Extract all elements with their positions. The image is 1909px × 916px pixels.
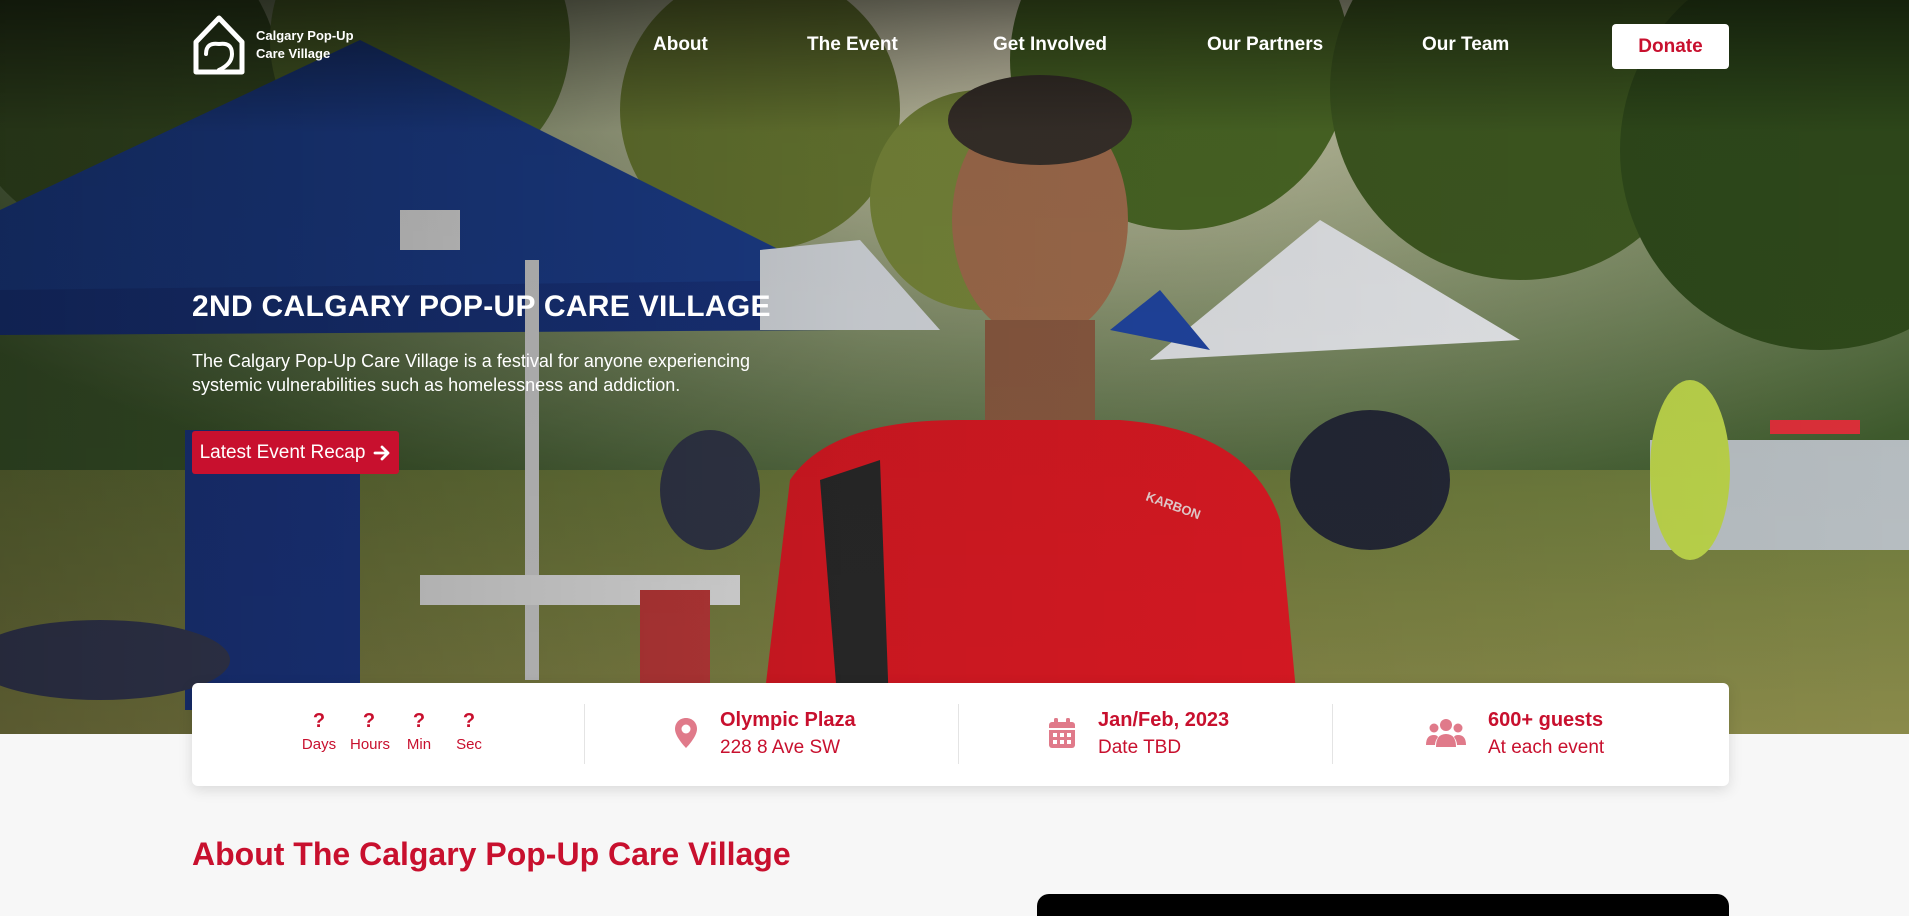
countdown-timer: ? Days ? Hours ? Min ? Sec xyxy=(300,709,488,757)
latest-event-recap-button[interactable]: Latest Event Recap xyxy=(192,431,399,474)
countdown-min-label: Min xyxy=(406,736,432,753)
divider xyxy=(1332,704,1333,764)
hero-description: The Calgary Pop-Up Care Village is a fes… xyxy=(192,351,750,395)
event-info-card: ? Days ? Hours ? Min ? Sec Olympic Plaza… xyxy=(192,683,1729,786)
hero-title: 2ND CALGARY POP-UP CARE VILLAGE xyxy=(192,290,771,323)
nav-link-about[interactable]: About xyxy=(653,34,708,56)
calendar-icon xyxy=(1049,718,1075,748)
date-subtitle: Date TBD xyxy=(1098,737,1182,758)
recap-button-label: Latest Event Recap xyxy=(199,441,366,463)
nav-link-the-event[interactable]: The Event xyxy=(807,34,898,56)
divider xyxy=(958,704,959,764)
logo-line-1: Calgary Pop-Up xyxy=(256,28,354,43)
location-title: Olympic Plaza xyxy=(720,709,856,731)
map-pin-icon xyxy=(675,718,697,748)
countdown-days-value: ? xyxy=(312,710,326,732)
arrow-right-icon xyxy=(374,445,390,460)
nav-link-our-team[interactable]: Our Team xyxy=(1422,34,1509,56)
logo-text: Calgary Pop-Up Care Village xyxy=(256,27,366,63)
date-title: Jan/Feb, 2023 xyxy=(1098,709,1230,731)
donate-button[interactable]: Donate xyxy=(1612,24,1729,69)
guests-title: 600+ guests xyxy=(1488,709,1604,731)
countdown-sec-value: ? xyxy=(462,710,476,732)
location-info: Olympic Plaza 228 8 Ave SW xyxy=(674,707,856,763)
divider xyxy=(584,704,585,764)
nav-link-our-partners[interactable]: Our Partners xyxy=(1207,34,1323,56)
countdown-sec-label: Sec xyxy=(456,736,482,753)
location-address: 228 8 Ave SW xyxy=(720,737,841,758)
countdown-min-value: ? xyxy=(412,710,426,732)
date-info: Jan/Feb, 2023 Date TBD xyxy=(1048,707,1229,763)
countdown-hours-label: Hours xyxy=(350,736,391,753)
about-section-title: About The Calgary Pop-Up Care Village xyxy=(192,836,791,872)
guests-info: 600+ guests At each event xyxy=(1426,707,1604,763)
top-navigation: Calgary Pop-Up Care Village About The Ev… xyxy=(0,0,1909,94)
countdown-hours-value: ? xyxy=(362,710,376,732)
logo-line-2: Care Village xyxy=(256,46,331,61)
hero-section: KARBON Calgary Pop-Up Care Village About… xyxy=(0,0,1909,734)
countdown-days-label: Days xyxy=(301,736,337,753)
countdown-min: ? Min xyxy=(400,709,438,757)
countdown-sec: ? Sec xyxy=(450,709,488,757)
about-video-embed[interactable] xyxy=(1037,894,1729,916)
users-icon xyxy=(1426,719,1466,747)
countdown-days: ? Days xyxy=(300,709,338,757)
nav-link-get-involved[interactable]: Get Involved xyxy=(993,34,1107,56)
countdown-hours: ? Hours xyxy=(350,709,391,757)
site-logo[interactable]: Calgary Pop-Up Care Village xyxy=(192,14,366,76)
house-heart-logo-icon xyxy=(193,15,245,75)
guests-subtitle: At each event xyxy=(1488,737,1605,758)
